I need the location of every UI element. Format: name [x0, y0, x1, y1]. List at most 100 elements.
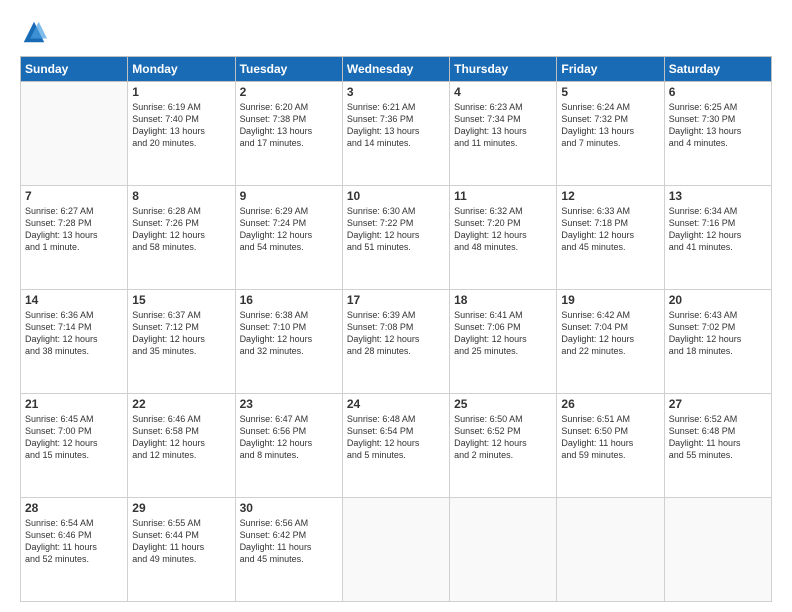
day-info: Sunrise: 6:30 AM Sunset: 7:22 PM Dayligh… [347, 205, 445, 254]
calendar-body: 1 Sunrise: 6:19 AM Sunset: 7:40 PM Daylig… [21, 82, 772, 602]
day-info: Sunrise: 6:46 AM Sunset: 6:58 PM Dayligh… [132, 413, 230, 462]
day-cell [21, 82, 128, 186]
day-number: 21 [25, 397, 123, 411]
page: SundayMondayTuesdayWednesdayThursdayFrid… [0, 0, 792, 612]
day-number: 28 [25, 501, 123, 515]
day-cell: 16 Sunrise: 6:38 AM Sunset: 7:10 PM Dayli… [235, 290, 342, 394]
day-info: Sunrise: 6:51 AM Sunset: 6:50 PM Dayligh… [561, 413, 659, 462]
day-info: Sunrise: 6:54 AM Sunset: 6:46 PM Dayligh… [25, 517, 123, 566]
weekday-header: Tuesday [235, 57, 342, 82]
day-info: Sunrise: 6:47 AM Sunset: 6:56 PM Dayligh… [240, 413, 338, 462]
weekday-header: Friday [557, 57, 664, 82]
day-cell: 25Sunrise: 6:50 AM Sunset: 6:52 PM Dayli… [450, 394, 557, 498]
day-number: 20 [669, 293, 767, 307]
day-number: 7 [25, 189, 123, 203]
logo [20, 18, 52, 46]
weekday-header: Saturday [664, 57, 771, 82]
weekday-row: SundayMondayTuesdayWednesdayThursdayFrid… [21, 57, 772, 82]
day-info: Sunrise: 6:50 AM Sunset: 6:52 PM Dayligh… [454, 413, 552, 462]
day-cell: 10 Sunrise: 6:30 AM Sunset: 7:22 PM Dayli… [342, 186, 449, 290]
day-cell: 20Sunrise: 6:43 AM Sunset: 7:02 PM Dayli… [664, 290, 771, 394]
weekday-header: Sunday [21, 57, 128, 82]
day-number: 27 [669, 397, 767, 411]
day-info: Sunrise: 6:42 AM Sunset: 7:04 PM Dayligh… [561, 309, 659, 358]
calendar-header: SundayMondayTuesdayWednesdayThursdayFrid… [21, 57, 772, 82]
day-info: Sunrise: 6:48 AM Sunset: 6:54 PM Dayligh… [347, 413, 445, 462]
day-number: 16 [240, 293, 338, 307]
day-number: 15 [132, 293, 230, 307]
day-cell: 22 Sunrise: 6:46 AM Sunset: 6:58 PM Dayli… [128, 394, 235, 498]
day-info: Sunrise: 6:37 AM Sunset: 7:12 PM Dayligh… [132, 309, 230, 358]
day-cell: 28 Sunrise: 6:54 AM Sunset: 6:46 PM Dayli… [21, 498, 128, 602]
weekday-header: Wednesday [342, 57, 449, 82]
day-cell: 1 Sunrise: 6:19 AM Sunset: 7:40 PM Daylig… [128, 82, 235, 186]
day-cell: 30 Sunrise: 6:56 AM Sunset: 6:42 PM Dayli… [235, 498, 342, 602]
day-info: Sunrise: 6:21 AM Sunset: 7:36 PM Dayligh… [347, 101, 445, 150]
day-number: 8 [132, 189, 230, 203]
weekday-header: Monday [128, 57, 235, 82]
day-info: Sunrise: 6:27 AM Sunset: 7:28 PM Dayligh… [25, 205, 123, 254]
day-number: 6 [669, 85, 767, 99]
day-info: Sunrise: 6:23 AM Sunset: 7:34 PM Dayligh… [454, 101, 552, 150]
day-cell: 14 Sunrise: 6:36 AM Sunset: 7:14 PM Dayli… [21, 290, 128, 394]
day-info: Sunrise: 6:29 AM Sunset: 7:24 PM Dayligh… [240, 205, 338, 254]
day-cell: 26 Sunrise: 6:51 AM Sunset: 6:50 PM Dayli… [557, 394, 664, 498]
day-cell: 13 Sunrise: 6:34 AM Sunset: 7:16 PM Dayli… [664, 186, 771, 290]
day-number: 9 [240, 189, 338, 203]
day-cell: 27 Sunrise: 6:52 AM Sunset: 6:48 PM Dayli… [664, 394, 771, 498]
day-info: Sunrise: 6:55 AM Sunset: 6:44 PM Dayligh… [132, 517, 230, 566]
day-info: Sunrise: 6:38 AM Sunset: 7:10 PM Dayligh… [240, 309, 338, 358]
week-row: 28 Sunrise: 6:54 AM Sunset: 6:46 PM Dayli… [21, 498, 772, 602]
day-number: 5 [561, 85, 659, 99]
day-info: Sunrise: 6:34 AM Sunset: 7:16 PM Dayligh… [669, 205, 767, 254]
day-info: Sunrise: 6:56 AM Sunset: 6:42 PM Dayligh… [240, 517, 338, 566]
weekday-header: Thursday [450, 57, 557, 82]
day-cell: 23Sunrise: 6:47 AM Sunset: 6:56 PM Dayli… [235, 394, 342, 498]
day-number: 24 [347, 397, 445, 411]
day-number: 13 [669, 189, 767, 203]
day-number: 22 [132, 397, 230, 411]
day-info: Sunrise: 6:24 AM Sunset: 7:32 PM Dayligh… [561, 101, 659, 150]
day-info: Sunrise: 6:45 AM Sunset: 7:00 PM Dayligh… [25, 413, 123, 462]
week-row: 1 Sunrise: 6:19 AM Sunset: 7:40 PM Daylig… [21, 82, 772, 186]
day-cell [664, 498, 771, 602]
day-number: 17 [347, 293, 445, 307]
day-cell: 19Sunrise: 6:42 AM Sunset: 7:04 PM Dayli… [557, 290, 664, 394]
day-info: Sunrise: 6:41 AM Sunset: 7:06 PM Dayligh… [454, 309, 552, 358]
day-cell [342, 498, 449, 602]
day-number: 3 [347, 85, 445, 99]
calendar: SundayMondayTuesdayWednesdayThursdayFrid… [20, 56, 772, 602]
day-info: Sunrise: 6:36 AM Sunset: 7:14 PM Dayligh… [25, 309, 123, 358]
day-cell: 18 Sunrise: 6:41 AM Sunset: 7:06 PM Dayli… [450, 290, 557, 394]
day-info: Sunrise: 6:52 AM Sunset: 6:48 PM Dayligh… [669, 413, 767, 462]
day-cell: 17Sunrise: 6:39 AM Sunset: 7:08 PM Dayli… [342, 290, 449, 394]
day-info: Sunrise: 6:33 AM Sunset: 7:18 PM Dayligh… [561, 205, 659, 254]
day-cell: 7 Sunrise: 6:27 AM Sunset: 7:28 PM Daylig… [21, 186, 128, 290]
day-cell: 2 Sunrise: 6:20 AM Sunset: 7:38 PM Daylig… [235, 82, 342, 186]
day-number: 1 [132, 85, 230, 99]
day-number: 4 [454, 85, 552, 99]
day-info: Sunrise: 6:20 AM Sunset: 7:38 PM Dayligh… [240, 101, 338, 150]
week-row: 21 Sunrise: 6:45 AM Sunset: 7:00 PM Dayli… [21, 394, 772, 498]
day-cell: 6 Sunrise: 6:25 AM Sunset: 7:30 PM Daylig… [664, 82, 771, 186]
day-info: Sunrise: 6:25 AM Sunset: 7:30 PM Dayligh… [669, 101, 767, 150]
day-info: Sunrise: 6:32 AM Sunset: 7:20 PM Dayligh… [454, 205, 552, 254]
day-cell: 4 Sunrise: 6:23 AM Sunset: 7:34 PM Daylig… [450, 82, 557, 186]
day-number: 26 [561, 397, 659, 411]
day-number: 30 [240, 501, 338, 515]
header [20, 18, 772, 46]
day-number: 10 [347, 189, 445, 203]
day-cell: 15 Sunrise: 6:37 AM Sunset: 7:12 PM Dayli… [128, 290, 235, 394]
day-number: 2 [240, 85, 338, 99]
day-number: 14 [25, 293, 123, 307]
day-number: 11 [454, 189, 552, 203]
day-cell: 3 Sunrise: 6:21 AM Sunset: 7:36 PM Daylig… [342, 82, 449, 186]
day-number: 18 [454, 293, 552, 307]
day-cell [557, 498, 664, 602]
day-cell: 8Sunrise: 6:28 AM Sunset: 7:26 PM Daylig… [128, 186, 235, 290]
day-cell: 11 Sunrise: 6:32 AM Sunset: 7:20 PM Dayli… [450, 186, 557, 290]
day-cell: 12Sunrise: 6:33 AM Sunset: 7:18 PM Dayli… [557, 186, 664, 290]
day-cell [450, 498, 557, 602]
day-info: Sunrise: 6:19 AM Sunset: 7:40 PM Dayligh… [132, 101, 230, 150]
week-row: 14 Sunrise: 6:36 AM Sunset: 7:14 PM Dayli… [21, 290, 772, 394]
